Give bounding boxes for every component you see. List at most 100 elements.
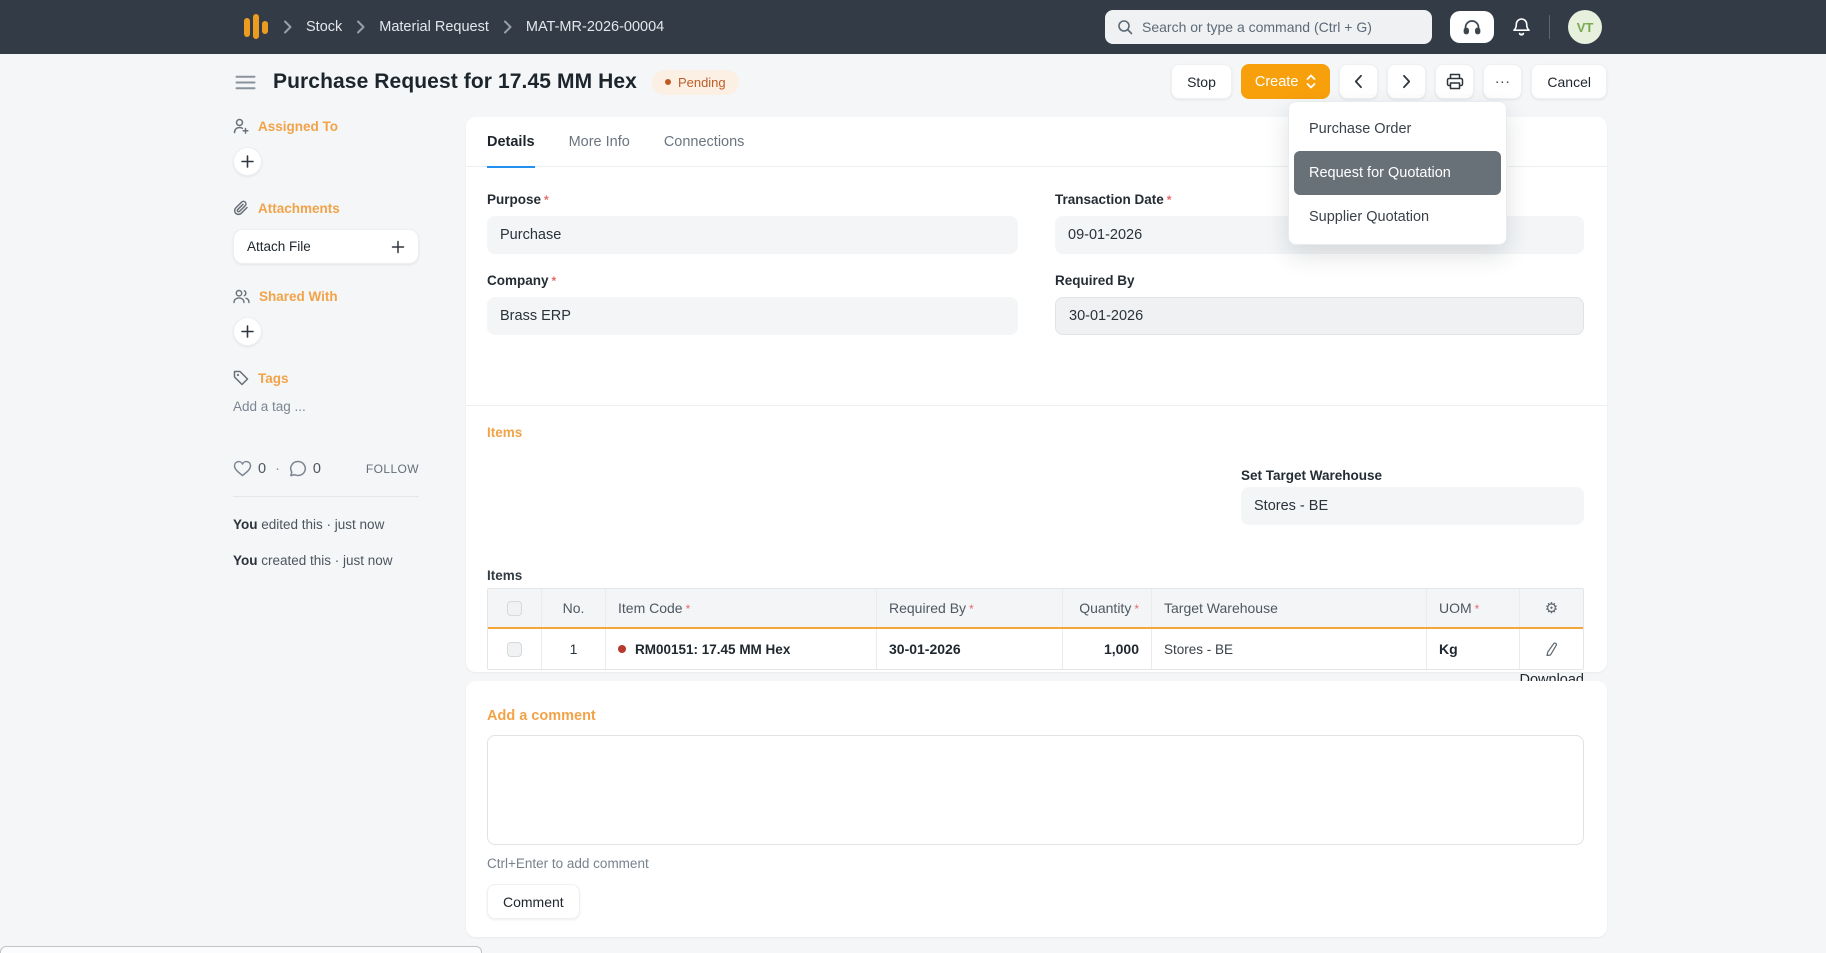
required-marker xyxy=(1164,192,1172,207)
menu-item-purchase-order[interactable]: Purchase Order xyxy=(1294,107,1501,151)
purpose-field: Purpose Purchase xyxy=(487,192,1018,254)
chevron-up-down-icon xyxy=(1306,74,1316,89)
ellipsis-icon: ... xyxy=(1495,70,1511,87)
comment-count: 0 xyxy=(312,460,321,477)
item-code-cell[interactable]: RM00151: 17.45 MM Hex xyxy=(606,629,877,669)
plus-icon xyxy=(241,155,254,168)
column-header-target-warehouse: Target Warehouse xyxy=(1152,589,1427,627)
required-by-label: Required By xyxy=(1055,273,1135,288)
navbar: Stock Material Request MAT-MR-2026-00004 xyxy=(0,0,1826,54)
activity-actor: You xyxy=(233,553,258,568)
users-icon xyxy=(233,289,250,304)
page-header: Purchase Request for 17.45 MM Hex Pendin… xyxy=(233,64,739,100)
tag-icon xyxy=(233,370,249,386)
items-table-header: No. Item Code Required By Quantity Targe… xyxy=(488,589,1583,629)
required-by-cell[interactable]: 30-01-2026 xyxy=(877,629,1063,669)
chevron-right-icon xyxy=(356,20,365,34)
create-button-label: Create xyxy=(1254,73,1299,90)
column-header-uom: UOM xyxy=(1427,589,1520,627)
status-dot-icon xyxy=(664,79,671,85)
previous-document-button[interactable] xyxy=(1339,64,1379,99)
header-actions: Stop Create ... Cancel xyxy=(1171,64,1607,99)
navbar-right: VT xyxy=(1105,0,1602,54)
breadcrumb-material-request[interactable]: Material Request xyxy=(379,19,489,35)
activity-entry: You created this · just now xyxy=(233,553,393,568)
grid-settings-button[interactable]: ⚙ xyxy=(1520,589,1583,627)
items-section-heading[interactable]: Items xyxy=(487,425,522,440)
comment-count-button[interactable] xyxy=(289,460,307,477)
chevron-right-icon xyxy=(503,20,512,34)
quantity-cell[interactable]: 1,000 xyxy=(1063,629,1152,669)
add-comment-heading: Add a comment xyxy=(487,708,596,724)
attach-file-label: Attach File xyxy=(247,239,311,254)
add-assignment-button[interactable] xyxy=(233,147,262,176)
breadcrumb-document-id[interactable]: MAT-MR-2026-00004 xyxy=(526,19,664,35)
sidebar-toggle-button[interactable] xyxy=(233,73,258,92)
attachments-label: Attachments xyxy=(258,200,340,216)
status-badge: Pending xyxy=(651,69,739,95)
status-dot-icon xyxy=(618,645,626,653)
help-headset-button[interactable] xyxy=(1450,11,1494,43)
tab-details[interactable]: Details xyxy=(487,117,535,168)
column-header-required-by: Required By xyxy=(877,589,1063,627)
notifications-button[interactable] xyxy=(1512,17,1531,37)
comment-hint: Ctrl+Enter to add comment xyxy=(487,856,649,871)
gear-icon: ⚙ xyxy=(1544,600,1559,617)
like-button[interactable] xyxy=(233,460,252,477)
document-sidebar: Assigned To Attachments Attach File Shar… xyxy=(233,118,419,414)
tags-section: Tags xyxy=(233,370,419,386)
menu-icon xyxy=(235,75,256,90)
cancel-button[interactable]: Cancel xyxy=(1531,64,1607,99)
uom-cell[interactable]: Kg xyxy=(1427,629,1520,669)
tab-more-info[interactable]: More Info xyxy=(569,117,630,167)
target-warehouse-cell[interactable]: Stores - BE xyxy=(1152,629,1427,669)
page-title: Purchase Request for 17.45 MM Hex xyxy=(273,70,637,93)
activity-entry: You edited this · just now xyxy=(233,517,384,532)
edit-row-button[interactable] xyxy=(1520,629,1583,669)
set-target-warehouse-input[interactable]: Stores - BE xyxy=(1241,487,1584,525)
breadcrumb-stock[interactable]: Stock xyxy=(306,19,342,35)
more-options-button[interactable]: ... xyxy=(1483,64,1523,99)
social-row: 0 · 0 FOLLOW xyxy=(233,460,419,477)
activity-text: edited this · just now xyxy=(257,517,385,532)
purpose-label: Purpose xyxy=(487,192,542,207)
user-avatar[interactable]: VT xyxy=(1568,10,1602,44)
row-checkbox[interactable] xyxy=(507,641,522,657)
headphones-icon xyxy=(1463,19,1481,36)
activity-text: created this · just now xyxy=(257,553,393,568)
required-marker xyxy=(683,600,691,616)
comment-input[interactable] xyxy=(487,735,1584,845)
purpose-input[interactable]: Purchase xyxy=(487,216,1018,254)
column-header-quantity: Quantity xyxy=(1063,589,1152,627)
create-dropdown-menu: Purchase Order Request for Quotation Sup… xyxy=(1288,101,1507,245)
menu-item-supplier-quotation[interactable]: Supplier Quotation xyxy=(1294,195,1501,239)
comment-submit-button[interactable]: Comment xyxy=(487,884,580,919)
dot-separator: · xyxy=(275,460,280,477)
search-input[interactable] xyxy=(1142,19,1420,35)
paperclip-icon xyxy=(233,200,249,216)
add-share-button[interactable] xyxy=(233,317,262,346)
tab-connections[interactable]: Connections xyxy=(664,117,745,167)
attach-file-button[interactable]: Attach File xyxy=(233,229,419,264)
follow-button[interactable]: FOLLOW xyxy=(366,462,419,476)
print-button[interactable] xyxy=(1435,64,1475,99)
chevron-right-icon xyxy=(1402,74,1411,89)
create-button[interactable]: Create xyxy=(1240,64,1331,99)
search-icon xyxy=(1117,19,1133,35)
required-marker xyxy=(966,600,974,616)
plus-icon xyxy=(241,325,254,338)
tags-label: Tags xyxy=(258,370,289,386)
select-all-checkbox[interactable] xyxy=(507,600,522,616)
app-logo-icon[interactable] xyxy=(243,13,269,41)
next-document-button[interactable] xyxy=(1387,64,1427,99)
column-header-no: No. xyxy=(542,589,606,627)
navbar-divider xyxy=(1549,15,1550,39)
stop-button[interactable]: Stop xyxy=(1171,64,1232,99)
required-marker xyxy=(1472,600,1480,616)
add-tag-input[interactable]: Add a tag ... xyxy=(233,399,419,414)
menu-item-request-for-quotation[interactable]: Request for Quotation xyxy=(1294,151,1501,195)
company-input[interactable]: Brass ERP xyxy=(487,297,1018,335)
global-search[interactable] xyxy=(1105,10,1432,44)
attachments-section: Attachments xyxy=(233,200,419,216)
shared-with-section: Shared With xyxy=(233,289,419,304)
